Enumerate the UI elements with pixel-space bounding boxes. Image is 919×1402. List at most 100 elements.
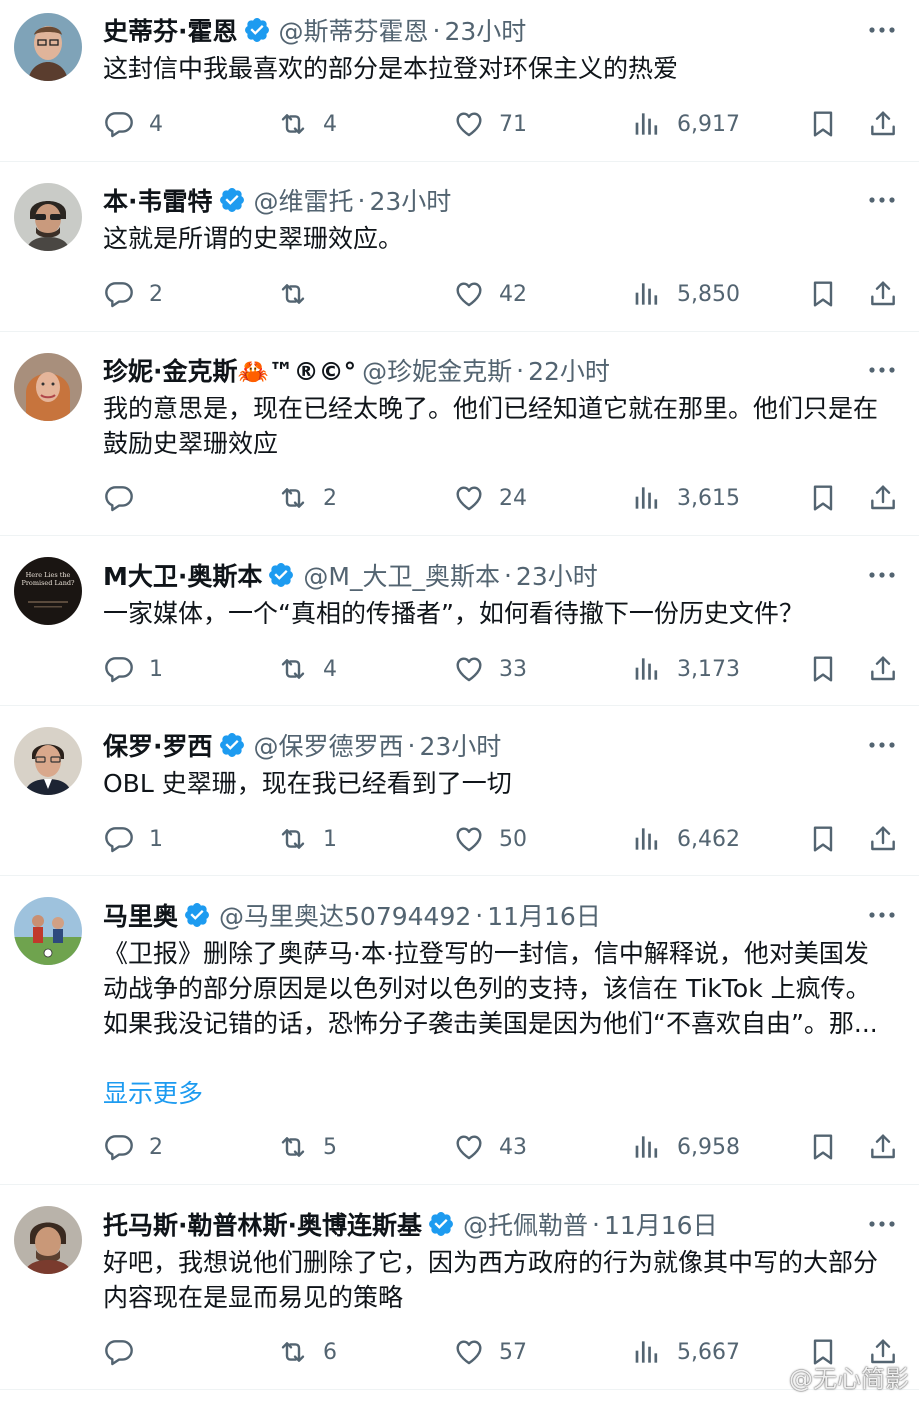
share-button[interactable]	[867, 1127, 899, 1167]
timestamp[interactable]: 11月16日	[487, 897, 601, 933]
author-handle[interactable]: @斯蒂芬霍恩	[279, 12, 429, 48]
views-button[interactable]: 3,173	[631, 649, 740, 689]
views-button[interactable]: 3,615	[631, 478, 740, 518]
avatar[interactable]	[14, 727, 82, 795]
share-button[interactable]	[867, 649, 899, 689]
bookmark-button[interactable]	[807, 1127, 839, 1167]
share-button[interactable]	[867, 274, 899, 314]
author-handle[interactable]: @马里奥达50794492	[219, 897, 471, 933]
reply-button[interactable]: 2	[103, 274, 163, 314]
retweet-icon	[277, 823, 309, 855]
separator-dot: ·	[592, 1209, 600, 1239]
bookmark-button[interactable]	[807, 649, 839, 689]
author-handle[interactable]: @保罗德罗西	[254, 727, 404, 763]
more-options-icon[interactable]	[867, 1212, 897, 1236]
avatar[interactable]	[14, 183, 82, 251]
author-name[interactable]: 本·韦雷特	[103, 182, 213, 218]
author-name[interactable]: 马里奥	[103, 897, 178, 933]
reply-button[interactable]	[103, 1332, 149, 1372]
author-handle[interactable]: @M_大卫_奥斯本	[303, 557, 500, 593]
timestamp[interactable]: 23小时	[444, 12, 526, 48]
avatar[interactable]	[14, 897, 82, 965]
retweet-count: 4	[323, 111, 337, 137]
reply-button[interactable]: 1	[103, 819, 163, 859]
more-options-icon[interactable]	[867, 733, 897, 757]
author-handle[interactable]: @托佩勒普	[463, 1206, 588, 1242]
avatar[interactable]	[14, 353, 82, 421]
avatar[interactable]	[14, 13, 82, 81]
views-button[interactable]: 6,917	[631, 104, 740, 144]
like-button[interactable]: 33	[453, 649, 527, 689]
bookmark-button[interactable]	[807, 478, 839, 518]
retweet-button[interactable]: 4	[277, 649, 337, 689]
reply-button[interactable]: 2	[103, 1127, 163, 1167]
more-options-icon[interactable]	[867, 18, 897, 42]
retweet-button[interactable]: 2	[277, 478, 337, 518]
more-options-icon[interactable]	[867, 903, 897, 927]
retweet-button[interactable]: 4	[277, 104, 337, 144]
author-handle[interactable]: @珍妮金克斯	[362, 352, 512, 388]
tweet[interactable]: Here Lies the Promised Land? M大卫·奥斯本 @M_大…	[0, 536, 919, 706]
like-button[interactable]: 57	[453, 1332, 527, 1372]
like-button[interactable]: 42	[453, 274, 527, 314]
avatar[interactable]	[14, 1206, 82, 1274]
retweet-button[interactable]: 1	[277, 819, 337, 859]
action-bar: 2 24 3,615	[103, 478, 897, 518]
author-name[interactable]: M大卫·奥斯本	[103, 557, 262, 593]
author-handle[interactable]: @维雷托	[254, 182, 354, 218]
weibo-logo-icon	[754, 1366, 782, 1388]
reply-button[interactable]	[103, 478, 149, 518]
verified-badge-icon	[243, 16, 271, 44]
view-count: 6,462	[677, 826, 740, 852]
more-options-icon[interactable]	[867, 563, 897, 587]
views-button[interactable]: 6,958	[631, 1127, 740, 1167]
more-options-icon[interactable]	[867, 358, 897, 382]
bookmark-icon	[807, 823, 839, 855]
tweet-header: 本·韦雷特 @维雷托 · 23小时	[103, 180, 451, 220]
tweet[interactable]: 保罗·罗西 @保罗德罗西 · 23小时 OBL 史翠珊，现在我已经看到了一切 1…	[0, 706, 919, 876]
author-name[interactable]: 珍妮·金克斯🦀™®©°	[103, 352, 356, 388]
heart-icon	[453, 482, 485, 514]
share-button[interactable]	[867, 478, 899, 518]
retweet-button[interactable]: 5	[277, 1127, 337, 1167]
bookmark-button[interactable]	[807, 819, 839, 859]
author-name[interactable]: 保罗·罗西	[103, 727, 213, 763]
reply-button[interactable]: 4	[103, 104, 163, 144]
view-count: 3,173	[677, 656, 740, 682]
like-button[interactable]: 43	[453, 1127, 527, 1167]
share-icon	[867, 1131, 899, 1163]
timestamp[interactable]: 23小时	[419, 727, 501, 763]
retweet-button[interactable]: 6	[277, 1332, 337, 1372]
timestamp[interactable]: 23小时	[369, 182, 451, 218]
timestamp[interactable]: 22小时	[528, 352, 610, 388]
share-button[interactable]	[867, 104, 899, 144]
tweet-text: 《卫报》删除了奥萨马·本·拉登写的一封信，信中解释说，他对美国发动战争的部分原因…	[103, 939, 878, 1038]
action-bar: 1 1 50 6,462	[103, 819, 897, 859]
author-name[interactable]: 托马斯·勒普林斯·奥博连斯基	[103, 1206, 422, 1242]
like-button[interactable]: 50	[453, 819, 527, 859]
verified-badge-icon	[427, 1210, 455, 1238]
timestamp[interactable]: 23小时	[516, 557, 598, 593]
tweet[interactable]: 马里奥 @马里奥达50794492 · 11月16日 《卫报》删除了奥萨马·本·…	[0, 876, 919, 1185]
more-options-icon[interactable]	[867, 188, 897, 212]
like-button[interactable]: 24	[453, 478, 527, 518]
share-button[interactable]	[867, 819, 899, 859]
timestamp[interactable]: 11月16日	[604, 1206, 718, 1242]
bookmark-button[interactable]	[807, 104, 839, 144]
retweet-button[interactable]	[277, 274, 323, 314]
like-button[interactable]: 71	[453, 104, 527, 144]
author-name[interactable]: 史蒂芬·霍恩	[103, 12, 238, 48]
separator-dot: ·	[407, 730, 416, 760]
views-button[interactable]: 6,462	[631, 819, 740, 859]
tweet[interactable]: 史蒂芬·霍恩 @斯蒂芬霍恩 · 23小时 这封信中我最喜欢的部分是本拉登对环保主…	[0, 0, 919, 162]
tweet[interactable]: 本·韦雷特 @维雷托 · 23小时 这就是所谓的史翠珊效应。 2 42 5,85…	[0, 162, 919, 332]
views-button[interactable]: 5,850	[631, 274, 740, 314]
reply-button[interactable]: 1	[103, 649, 163, 689]
tweet[interactable]: 珍妮·金克斯🦀™®©° @珍妮金克斯 · 22小时 我的意思是，现在已经太晚了。…	[0, 332, 919, 536]
show-more-link[interactable]: 显示更多	[103, 1076, 203, 1111]
avatar[interactable]: Here Lies the Promised Land?	[14, 557, 82, 625]
separator-dot: ·	[357, 185, 366, 215]
views-button[interactable]: 5,667	[631, 1332, 740, 1372]
retweet-icon	[277, 108, 309, 140]
bookmark-button[interactable]	[807, 274, 839, 314]
